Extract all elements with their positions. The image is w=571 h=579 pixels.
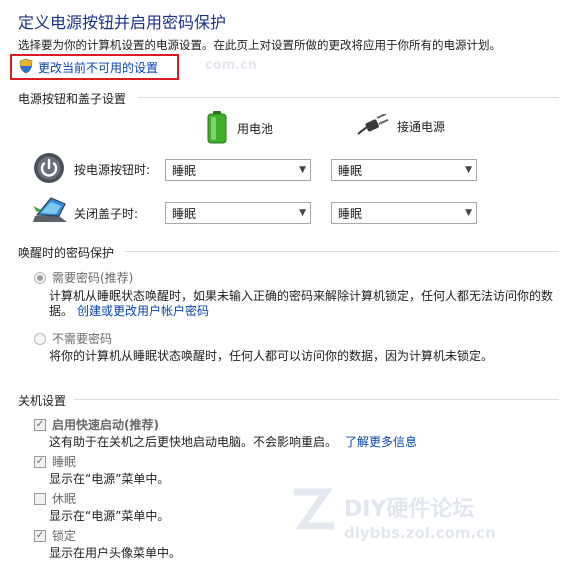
no-password-desc: 将你的计算机从睡眠状态唤醒时，任何人都可以访问你的数据，因为计算机未锁定。 <box>49 349 494 363</box>
laptop-lid-icon <box>31 194 71 227</box>
chevron-down-icon: ▼ <box>465 165 472 175</box>
close-lid-battery-select[interactable]: 睡眠 ▼ <box>165 202 311 224</box>
power-button-icon <box>33 152 65 187</box>
fast-startup-label: 启用快速启动(推荐) <box>52 418 159 432</box>
sleep-option[interactable]: ✓ 睡眠 <box>34 453 76 470</box>
battery-column-header: 用电池 <box>205 110 273 147</box>
select-value: 睡眠 <box>172 163 197 178</box>
fast-startup-desc: 这有助于在关机之后更快地启动电脑。不会影响重启。 <box>49 435 338 449</box>
hibernate-option[interactable]: 休眠 <box>34 490 76 507</box>
close-lid-plugged-select[interactable]: 睡眠 ▼ <box>331 202 477 224</box>
require-password-desc-line2: 据。 创建或更改用户帐户密码 <box>49 302 209 319</box>
uac-shield-icon <box>18 58 34 77</box>
plugged-column-header: 接通电源 <box>357 112 446 139</box>
chevron-down-icon: ▼ <box>465 208 472 218</box>
change-unavailable-settings-link[interactable]: 更改当前不可用的设置 <box>38 59 158 76</box>
power-button-battery-select[interactable]: 睡眠 ▼ <box>165 159 311 181</box>
power-plug-icon <box>357 112 389 139</box>
chevron-down-icon: ▼ <box>299 208 306 218</box>
sleep-label: 睡眠 <box>52 455 77 469</box>
select-value: 睡眠 <box>172 206 197 221</box>
watermark-top: com.cn <box>205 58 258 73</box>
require-password-option[interactable]: 需要密码(推荐) <box>34 269 133 286</box>
hibernate-checkbox[interactable] <box>34 492 46 505</box>
no-password-label: 不需要密码 <box>52 332 113 346</box>
sleep-checkbox[interactable]: ✓ <box>34 455 46 468</box>
watermark-url: diybbs.zol.com.cn <box>344 524 496 542</box>
page-title: 定义电源按钮并启用密码保护 <box>18 13 227 32</box>
lock-option[interactable]: ✓ 锁定 <box>34 527 76 544</box>
battery-icon <box>205 110 229 147</box>
change-settings-link-row[interactable]: 更改当前不可用的设置 <box>18 58 158 77</box>
no-password-option[interactable]: 不需要密码 <box>34 330 112 347</box>
require-password-label: 需要密码(推荐) <box>52 271 134 285</box>
battery-column-label: 用电池 <box>237 122 274 136</box>
section-divider <box>138 97 559 98</box>
lock-label: 锁定 <box>52 529 77 543</box>
shutdown-section-title: 关机设置 <box>18 394 67 408</box>
section-divider <box>74 399 559 400</box>
chevron-down-icon: ▼ <box>299 165 306 175</box>
lock-desc: 显示在用户头像菜单中。 <box>49 546 182 560</box>
power-button-plugged-select[interactable]: 睡眠 ▼ <box>331 159 477 181</box>
password-section-title: 唤醒时的密码保护 <box>18 246 115 260</box>
select-value: 睡眠 <box>338 206 363 221</box>
no-password-radio[interactable] <box>34 332 46 345</box>
fast-startup-checkbox[interactable]: ✓ <box>34 418 46 431</box>
require-password-desc-tail: 据。 <box>49 304 74 318</box>
create-password-link[interactable]: 创建或更改用户帐户密码 <box>77 304 209 318</box>
hibernate-label: 休眠 <box>52 492 77 506</box>
require-password-radio[interactable] <box>34 271 46 284</box>
learn-more-link[interactable]: 了解更多信息 <box>345 435 417 449</box>
hibernate-desc: 显示在“电源”菜单中。 <box>49 509 170 523</box>
page-description: 选择要为你的计算机设置的电源设置。在此页上对设置所做的更改将应用于你所有的电源计… <box>18 38 501 52</box>
fast-startup-desc-row: 这有助于在关机之后更快地启动电脑。不会影响重启。 了解更多信息 <box>49 433 417 450</box>
plugged-column-label: 接通电源 <box>397 120 446 134</box>
watermark-logo-icon <box>290 486 342 537</box>
close-lid-label: 关闭盖子时: <box>74 207 139 221</box>
select-value: 睡眠 <box>338 163 363 178</box>
sleep-desc: 显示在“电源”菜单中。 <box>49 472 170 486</box>
watermark-brand: DIY硬件论坛 <box>344 497 475 522</box>
power-button-label: 按电源按钮时: <box>74 163 151 177</box>
lock-checkbox[interactable]: ✓ <box>34 529 46 542</box>
fast-startup-option[interactable]: ✓ 启用快速启动(推荐) <box>34 416 159 433</box>
section-divider <box>125 251 559 252</box>
power-section-title: 电源按钮和盖子设置 <box>18 92 127 106</box>
